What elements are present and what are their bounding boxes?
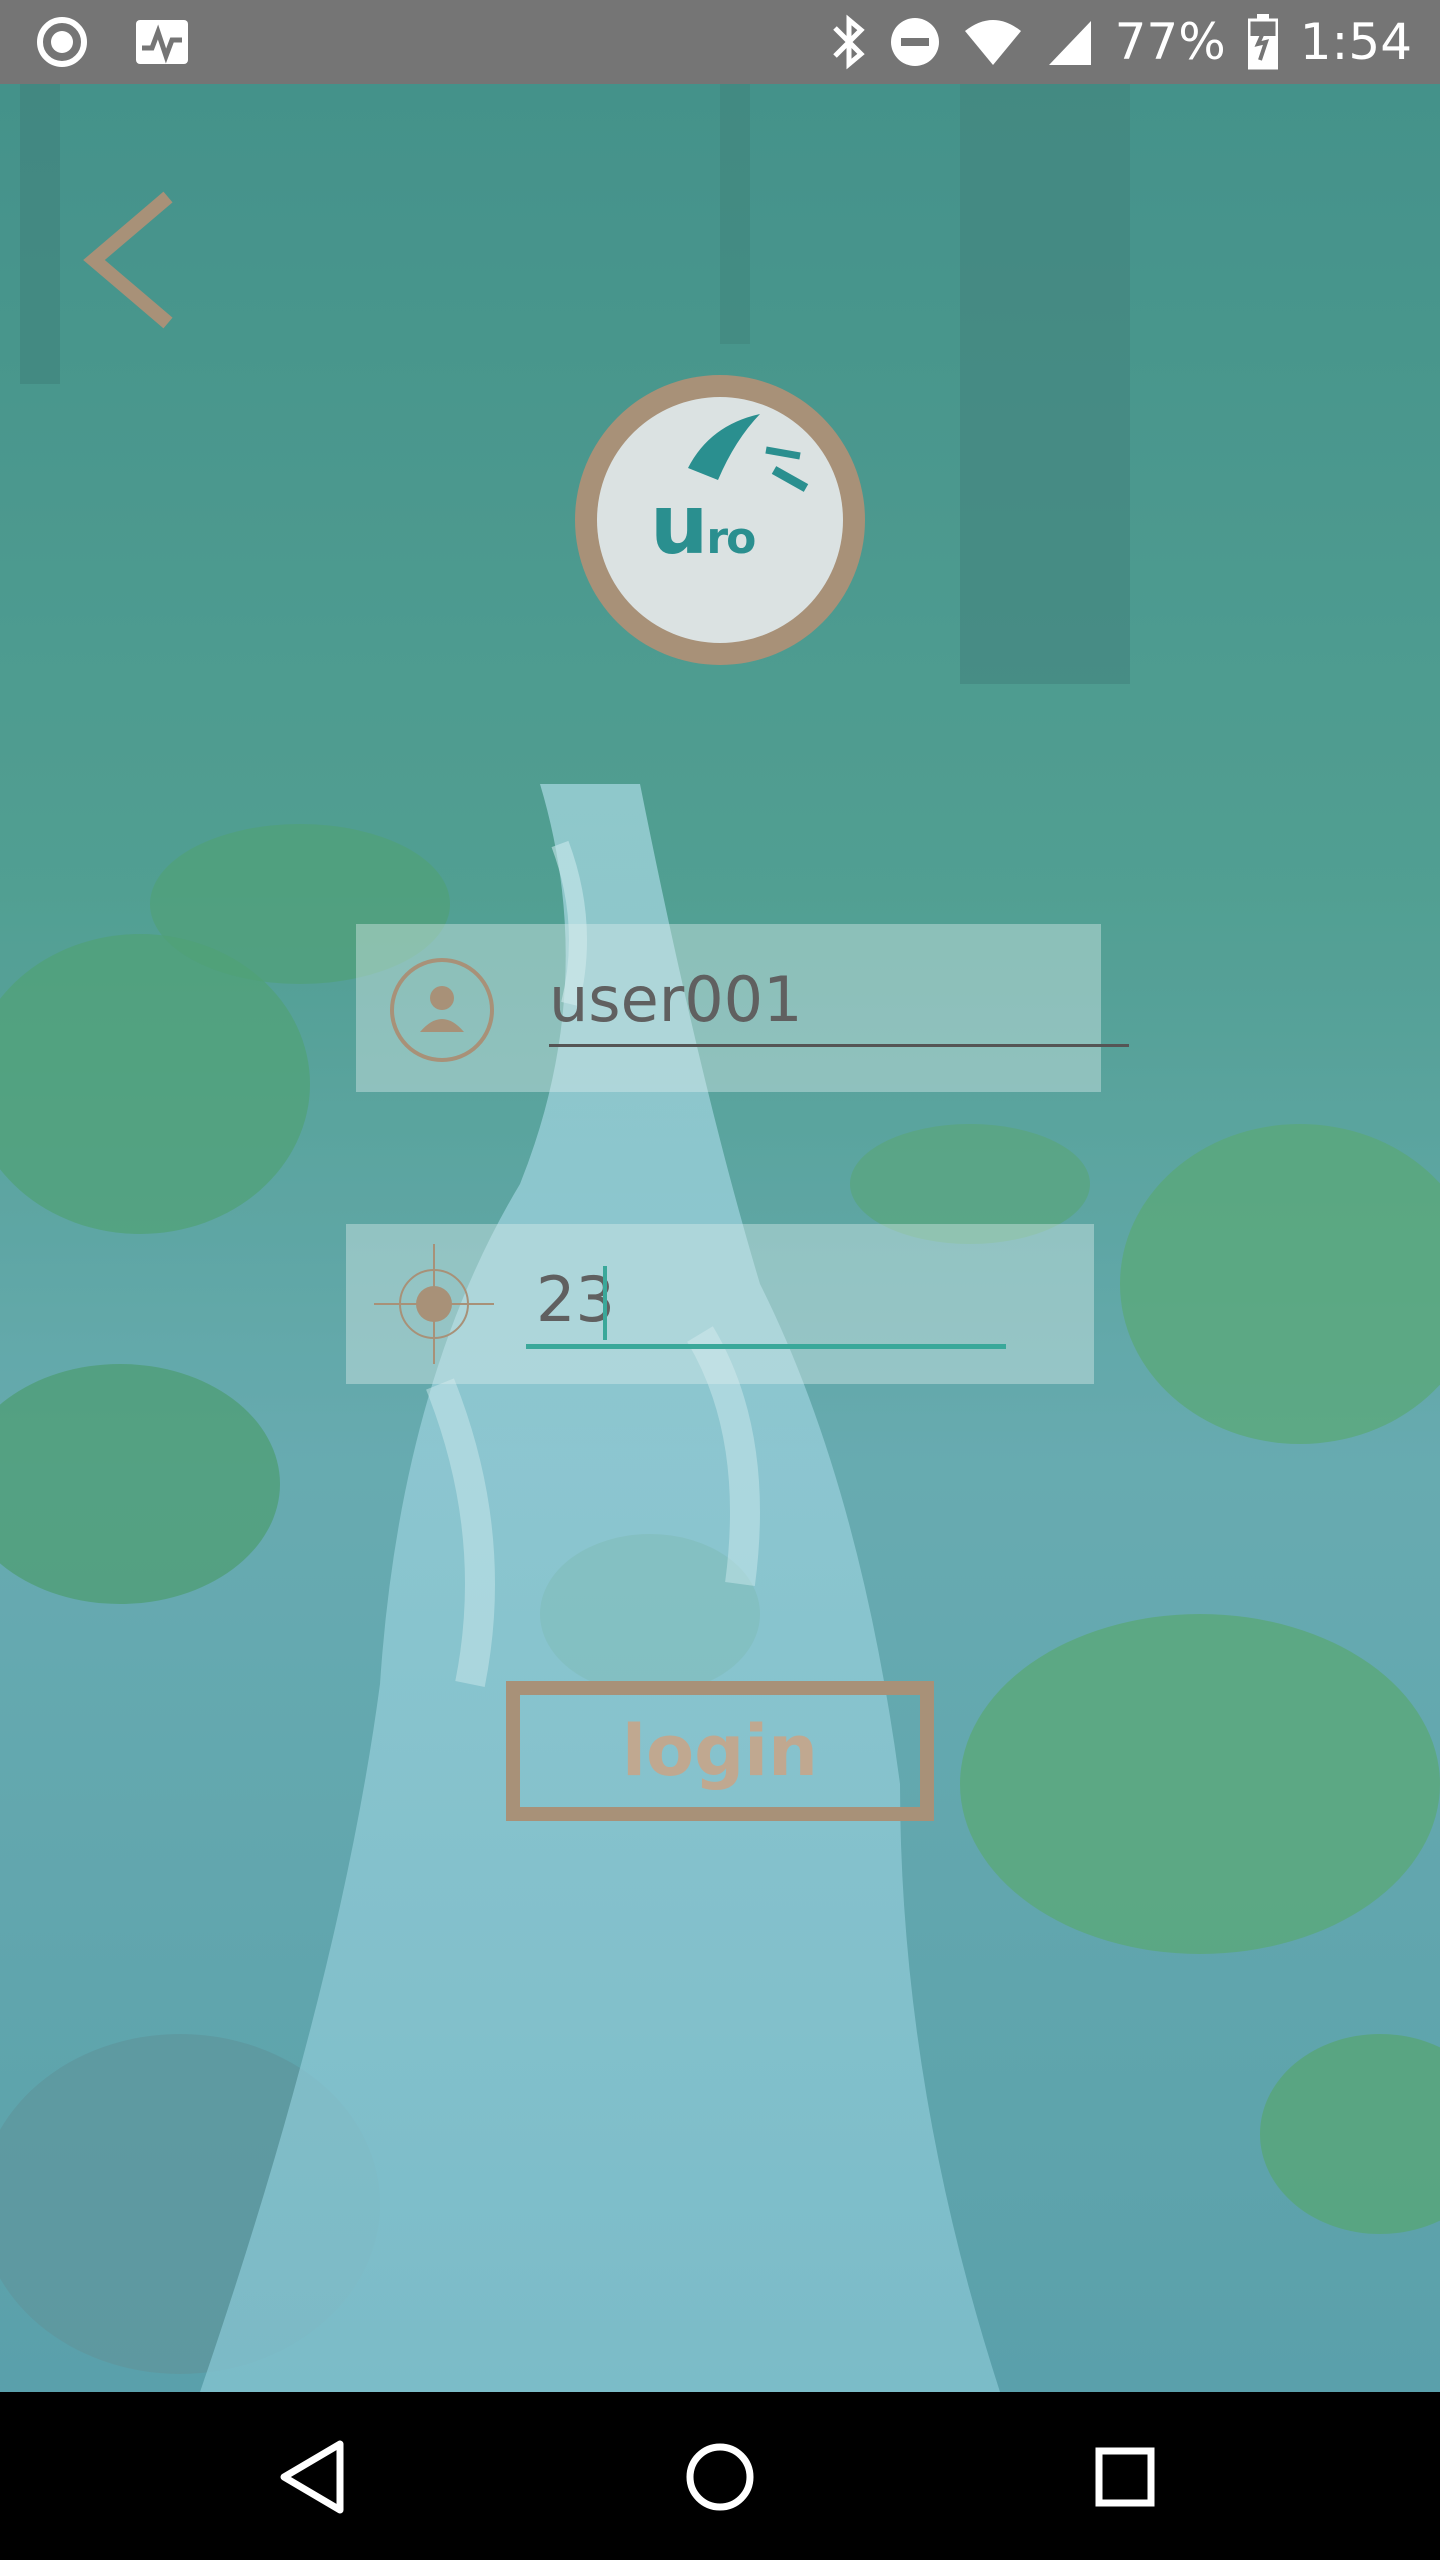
wifi-icon [963, 17, 1023, 67]
crosshair-icon [374, 1244, 494, 1364]
nav-recent-apps-button[interactable] [1080, 2432, 1170, 2522]
back-button[interactable] [80, 185, 180, 335]
clock: 1:54 [1299, 13, 1412, 71]
bluetooth-icon [831, 14, 867, 70]
login-button[interactable]: login [506, 1681, 934, 1821]
home-icon [686, 2443, 754, 2511]
code-field-panel [346, 1224, 1094, 1384]
back-icon [280, 2440, 344, 2514]
battery-icon [1247, 14, 1278, 70]
status-bar: 77% 1:54 [0, 0, 1440, 84]
text-cursor [603, 1266, 607, 1340]
do-not-disturb-icon [889, 16, 941, 68]
pulse-icon [134, 18, 190, 66]
username-field-panel [356, 924, 1129, 1092]
user-icon [388, 956, 496, 1064]
login-screen: 77% 1:54 uro user001 23 login [0, 0, 1440, 2560]
navigation-bar [0, 2392, 1440, 2560]
app-logo: uro [570, 370, 870, 670]
code-input[interactable] [526, 1254, 1006, 1349]
logo-text: uro [650, 478, 756, 573]
recent-apps-icon [1095, 2447, 1155, 2507]
nav-back-button[interactable] [270, 2432, 360, 2522]
battery-percentage: 77% [1114, 13, 1226, 71]
signal-icon [1045, 17, 1093, 67]
username-input[interactable] [549, 954, 1129, 1047]
record-icon [36, 16, 88, 68]
nav-home-button[interactable] [675, 2432, 765, 2522]
chevron-left-icon [83, 191, 173, 329]
